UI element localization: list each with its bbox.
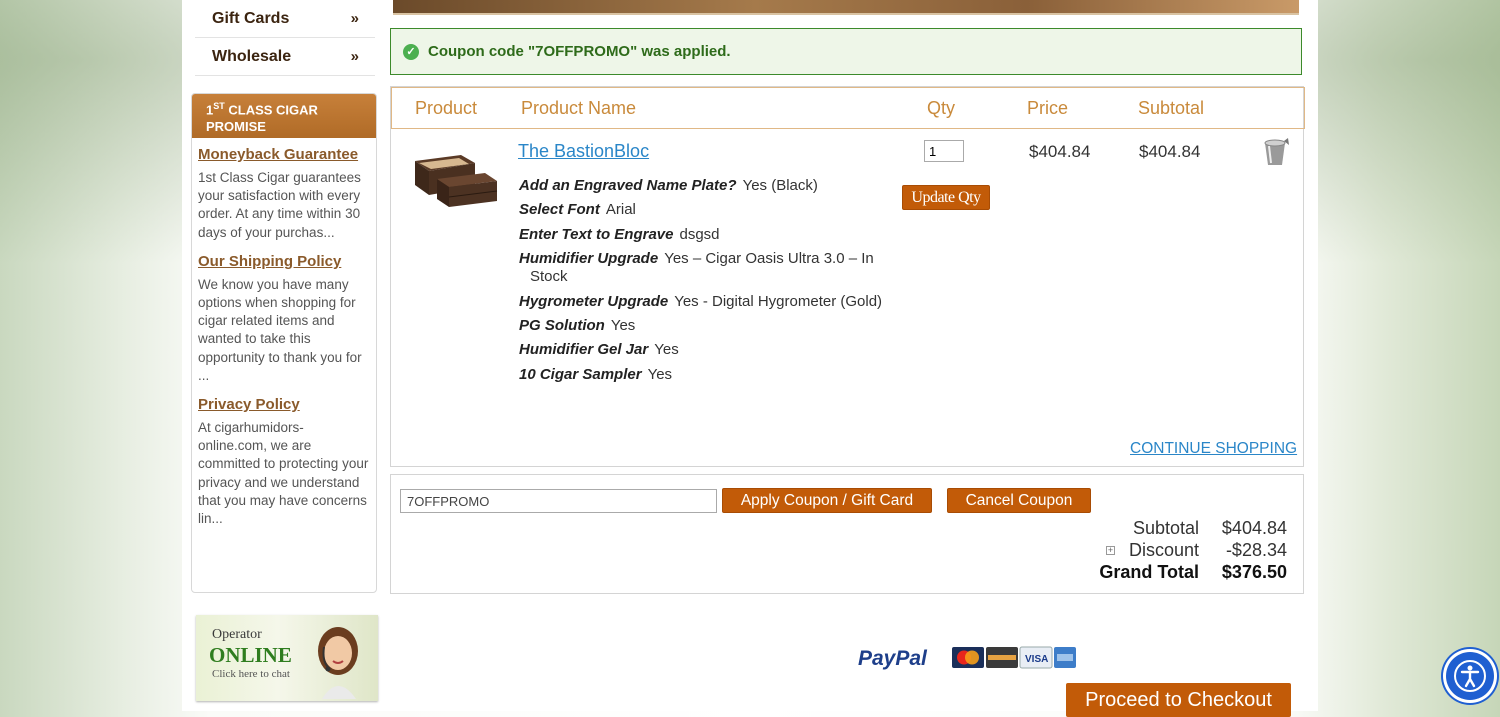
item-price: $404.84: [1029, 142, 1091, 161]
privacy-policy-link[interactable]: Privacy Policy: [198, 394, 370, 415]
trash-icon[interactable]: [1259, 137, 1291, 167]
qty-input[interactable]: [924, 140, 964, 162]
shipping-policy-link[interactable]: Our Shipping Policy: [198, 251, 370, 272]
header-price: Price: [1027, 98, 1069, 118]
header-product: Product: [415, 98, 478, 118]
chevron-right-icon: »: [350, 48, 359, 65]
operator-avatar-icon: [318, 627, 358, 699]
message-text: Coupon code "7OFFPROMO" was applied.: [428, 43, 731, 60]
nav-gift-cards[interactable]: Gift Cards »: [195, 0, 375, 38]
option-row: Select Font Arial: [519, 201, 636, 218]
option-row: PG Solution Yes: [519, 317, 636, 334]
check-circle-icon: ✓: [403, 43, 419, 60]
option-row: 10 Cigar Sampler Yes: [519, 366, 673, 383]
mastercard-icon: [952, 647, 984, 668]
continue-shopping-link[interactable]: CONTINUE SHOPPING: [1130, 440, 1297, 458]
shipping-text: We know you have many options when shopp…: [198, 276, 362, 383]
header-banner-image: [393, 0, 1299, 15]
discount-label: Discount: [1128, 540, 1199, 560]
coupon-totals-panel: Apply Coupon / Gift Card Cancel Coupon S…: [390, 474, 1304, 594]
header-qty: Qty: [927, 98, 956, 118]
moneyback-guarantee-link[interactable]: Moneyback Guarantee: [198, 144, 370, 165]
coupon-code-input[interactable]: [400, 489, 717, 513]
online-label: ONLINE: [209, 643, 292, 667]
update-qty-button[interactable]: Update Qty: [902, 185, 990, 210]
moneyback-text: 1st Class Cigar guarantees your satisfac…: [198, 170, 361, 240]
operator-online-chat[interactable]: Operator ONLINE Click here to chat: [196, 615, 378, 701]
option-row: Humidifier Gel Jar Yes: [519, 341, 679, 358]
discount-value: -$28.34: [1225, 540, 1287, 560]
paypal-icon: PayPal: [858, 647, 928, 670]
accessibility-icon[interactable]: [1446, 652, 1494, 700]
visa-icon: VISA: [1019, 646, 1053, 669]
item-subtotal: $404.84: [1139, 142, 1201, 161]
promise-title: 1ST CLASS CIGAR PROMISE: [192, 94, 376, 138]
header-product-name: Product Name: [521, 98, 637, 118]
privacy-text: At cigarhumidors-online.com, we are comm…: [198, 420, 369, 527]
option-row-cont: Stock: [530, 268, 568, 285]
cancel-coupon-button[interactable]: Cancel Coupon: [947, 488, 1091, 513]
product-image[interactable]: [413, 149, 499, 211]
expand-discount-icon[interactable]: +: [1106, 546, 1115, 555]
option-row: Add an Engraved Name Plate? Yes (Black): [519, 177, 818, 194]
cart-table: Product Product Name Qty Price Subtotal …: [390, 86, 1305, 467]
payment-logos: PayPal VISA: [858, 646, 1076, 670]
coupon-applied-message: ✓ Coupon code "7OFFPROMO" was applied.: [390, 28, 1302, 75]
apply-coupon-button[interactable]: Apply Coupon / Gift Card: [722, 488, 932, 513]
svg-text:VISA: VISA: [1025, 654, 1048, 665]
chevron-right-icon: »: [350, 10, 359, 27]
option-row: Humidifier Upgrade Yes – Cigar Oasis Ultr…: [519, 250, 874, 267]
nav-label: Wholesale: [212, 47, 292, 65]
subtotal-label: Subtotal: [1132, 518, 1199, 538]
amex-icon: [1054, 647, 1076, 668]
header-subtotal: Subtotal: [1138, 98, 1205, 118]
proceed-to-checkout-button[interactable]: Proceed to Checkout: [1066, 683, 1291, 717]
nav-wholesale[interactable]: Wholesale »: [195, 38, 375, 76]
chat-label: Click here to chat: [212, 668, 290, 680]
grand-total-value: $376.50: [1221, 562, 1287, 582]
promise-panel: 1ST CLASS CIGAR PROMISE Moneyback Guaran…: [191, 93, 377, 593]
nav-label: Gift Cards: [212, 9, 290, 27]
product-name-link[interactable]: The BastionBloc: [518, 141, 649, 162]
cart-header-row: Product Product Name Qty Price Subtotal: [391, 87, 1305, 129]
discover-card-icon: [986, 647, 1018, 668]
subtotal-value: $404.84: [1221, 518, 1287, 538]
grand-total-label: Grand Total: [1099, 562, 1199, 582]
option-row: Hygrometer Upgrade Yes - Digital Hygromet…: [519, 293, 883, 310]
option-row: Enter Text to Engrave dsgsd: [519, 226, 720, 243]
operator-label: Operator: [212, 627, 262, 642]
